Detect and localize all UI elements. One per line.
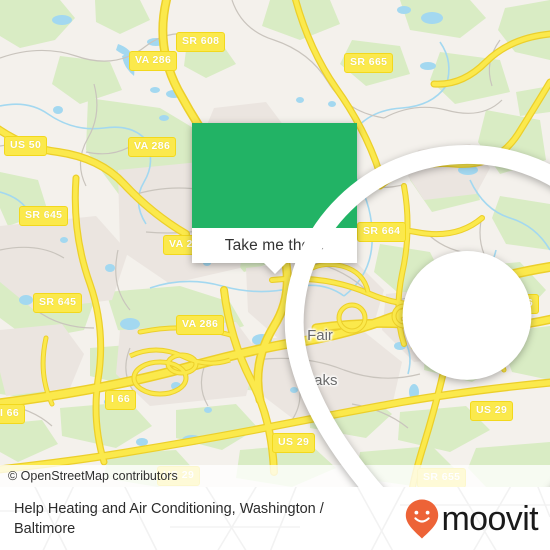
road-shield[interactable]: SR 665 [344, 53, 394, 73]
moovit-logo[interactable]: moovit [404, 498, 539, 540]
road-shield[interactable]: SR 645 [33, 293, 83, 313]
location-popup[interactable]: Take me there [192, 123, 550, 487]
map-canvas[interactable]: Fair Oaks SR 608 VA 286 SR 665 US 50 VA … [0, 0, 550, 487]
road-shield[interactable]: SR 645 [19, 206, 69, 226]
footer-bar: Help Heating and Air Conditioning, Washi… [0, 487, 550, 550]
popup-header [192, 123, 550, 487]
popup-pointer [263, 263, 286, 274]
road-shield[interactable]: SR 608 [176, 32, 226, 52]
map-screenshot: Fair Oaks SR 608 VA 286 SR 665 US 50 VA … [0, 0, 550, 550]
road-shield[interactable]: US 50 [4, 136, 48, 156]
attribution-text: © OpenStreetMap contributors [8, 468, 178, 483]
road-shield[interactable]: VA 286 [129, 51, 178, 71]
road-shield[interactable]: VA 286 [128, 137, 177, 157]
map-pin-icon [284, 144, 550, 487]
location-title: Help Heating and Air Conditioning, Washi… [14, 500, 324, 537]
moovit-wordmark: moovit [441, 499, 538, 538]
road-shield[interactable]: I 66 [105, 390, 137, 410]
road-shield[interactable]: I 66 [0, 404, 26, 424]
moovit-smiley-pin-icon [406, 499, 439, 538]
